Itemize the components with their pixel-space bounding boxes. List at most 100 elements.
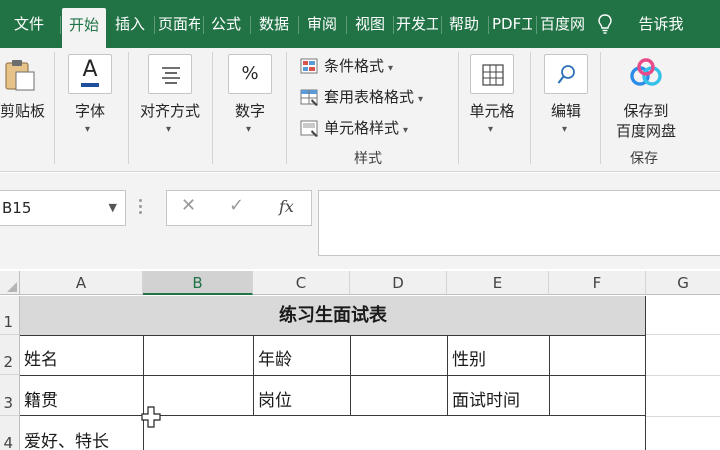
- tab-help[interactable]: 帮助: [444, 10, 484, 38]
- formula-buttons: ✕ ✓ fx: [166, 190, 312, 226]
- drag-handle-icon[interactable]: [139, 199, 143, 217]
- percent-icon: %: [241, 63, 259, 84]
- conditional-format-button[interactable]: 条件格式 ▾: [300, 54, 393, 78]
- tab-separator: [250, 16, 251, 34]
- tab-data[interactable]: 数据: [254, 10, 294, 38]
- format-as-table-label: 套用表格格式: [324, 88, 415, 106]
- save-group-label: 保存: [630, 151, 658, 167]
- column-header-f[interactable]: F: [549, 271, 646, 295]
- chevron-down-icon: ▾: [488, 124, 494, 135]
- cells-grid-icon: [482, 64, 504, 86]
- cell-styles-label: 单元格样式: [324, 119, 400, 137]
- save-baidu-line1: 保存到: [623, 102, 669, 120]
- tab-separator: [536, 16, 537, 34]
- clipboard-label: 剪贴板: [0, 102, 46, 120]
- chevron-down-icon: ▾: [85, 124, 91, 135]
- group-separator: [212, 52, 213, 164]
- group-separator: [600, 52, 601, 164]
- table-format-icon: [300, 89, 318, 106]
- column-header-c[interactable]: C: [253, 271, 350, 295]
- tab-file[interactable]: 文件: [0, 10, 58, 38]
- align-lines-icon: [162, 67, 180, 84]
- column-header-d[interactable]: D: [350, 271, 447, 295]
- group-separator: [530, 52, 531, 164]
- chevron-down-icon: ▾: [388, 63, 394, 74]
- cell-style-icon: [300, 120, 318, 137]
- select-all-corner[interactable]: [0, 271, 20, 295]
- font-label: 字体: [74, 102, 105, 120]
- cell-e2[interactable]: 性别: [448, 345, 486, 370]
- editing-label: 编辑: [550, 102, 581, 120]
- tab-separator: [346, 16, 347, 34]
- formula-input[interactable]: [318, 190, 720, 256]
- table-border: [549, 335, 550, 415]
- chevron-down-icon[interactable]: ▼: [109, 191, 117, 225]
- chevron-down-icon: ▾: [166, 124, 172, 135]
- cell-e3[interactable]: 面试时间: [448, 386, 520, 411]
- font-color-icon: A: [82, 57, 98, 82]
- row-header-4[interactable]: 4: [0, 416, 20, 450]
- table-border: [20, 335, 646, 336]
- chevron-down-icon: ▾: [418, 94, 424, 105]
- table-border: [20, 415, 646, 416]
- gridline: [646, 334, 720, 335]
- cell-a3[interactable]: 籍贯: [20, 386, 58, 411]
- group-separator: [286, 52, 287, 164]
- tab-separator: [441, 16, 442, 34]
- tab-separator: [393, 16, 394, 34]
- tab-separator: [203, 16, 204, 34]
- enter-icon[interactable]: ✓: [229, 195, 244, 216]
- row-header-3[interactable]: 3: [0, 375, 20, 416]
- table-border: [645, 296, 646, 450]
- tab-developer[interactable]: 开发工: [396, 10, 438, 38]
- cell-styles-button[interactable]: 单元格样式 ▾: [300, 116, 408, 140]
- cancel-icon[interactable]: ✕: [181, 195, 196, 216]
- row-header-1[interactable]: 1: [0, 296, 20, 335]
- cell-c2[interactable]: 年龄: [254, 345, 292, 370]
- chevron-down-icon: ▾: [246, 124, 252, 135]
- tab-baidu-netdisk[interactable]: 百度网: [540, 10, 584, 38]
- lightbulb-icon: [598, 14, 612, 34]
- gridline: [646, 375, 720, 376]
- table-title-cell[interactable]: 练习生面试表: [20, 296, 646, 335]
- alignment-label: 对齐方式: [139, 102, 200, 120]
- formula-bar-area: B15 ▼ ✕ ✓ fx: [0, 173, 720, 269]
- conditional-format-label: 条件格式: [324, 57, 385, 75]
- tell-me-search[interactable]: 告诉我: [626, 10, 696, 38]
- font-icon-box: A: [68, 54, 112, 94]
- column-header-b[interactable]: B: [143, 271, 253, 295]
- tab-review[interactable]: 审阅: [302, 10, 342, 38]
- cells-label: 单元格: [469, 102, 515, 120]
- tab-separator: [60, 16, 61, 34]
- alignment-icon-box: [148, 54, 192, 94]
- chevron-down-icon: ▾: [403, 125, 409, 136]
- tab-view[interactable]: 视图: [350, 10, 390, 38]
- cell-a2[interactable]: 姓名: [20, 345, 58, 370]
- cell-a4[interactable]: 爱好、特长: [20, 427, 109, 450]
- gridline: [646, 416, 720, 417]
- format-as-table-button[interactable]: 套用表格格式 ▾: [300, 85, 423, 109]
- tab-separator: [488, 16, 489, 34]
- column-header-e[interactable]: E: [447, 271, 549, 295]
- styles-group-label: 样式: [354, 151, 382, 167]
- cell-c3[interactable]: 岗位: [254, 386, 292, 411]
- tab-separator: [154, 16, 155, 34]
- insert-function-icon[interactable]: fx: [279, 197, 294, 216]
- row-header-2[interactable]: 2: [0, 335, 20, 375]
- paste-icon: [5, 60, 35, 91]
- tab-insert[interactable]: 插入: [110, 10, 150, 38]
- baidu-netdisk-icon: [630, 58, 662, 86]
- tab-home[interactable]: 开始: [62, 8, 106, 48]
- table-border: [143, 335, 144, 450]
- search-icon: [557, 65, 575, 84]
- font-underline-swatch: [81, 83, 99, 87]
- column-header-a[interactable]: A: [20, 271, 143, 295]
- tab-pdf-tools[interactable]: PDF工: [492, 10, 532, 38]
- tab-page-layout[interactable]: 页面布: [158, 10, 200, 38]
- cell-cursor-icon: [141, 406, 161, 428]
- name-box[interactable]: B15 ▼: [0, 190, 126, 226]
- cells-icon-box: [470, 54, 514, 94]
- column-header-g[interactable]: G: [646, 271, 720, 295]
- tab-formulas[interactable]: 公式: [206, 10, 246, 38]
- name-box-value: B15: [2, 199, 32, 217]
